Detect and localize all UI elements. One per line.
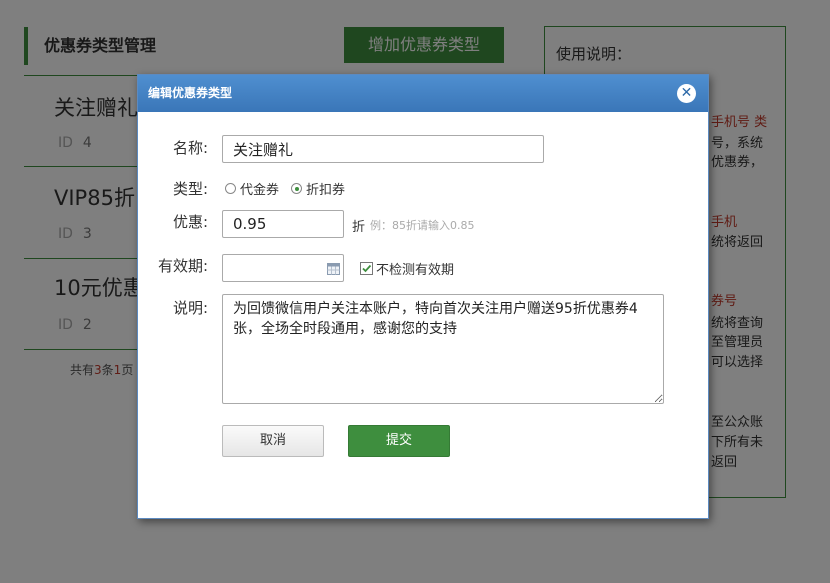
- submit-button[interactable]: 提交: [348, 425, 450, 457]
- validity-date-input[interactable]: [222, 254, 344, 282]
- dialog-header: 编辑优惠券类型: [138, 75, 708, 112]
- close-icon[interactable]: ✕: [677, 84, 696, 103]
- no-validity-check-toggle[interactable]: 不检测有效期: [360, 259, 454, 278]
- radio-icon: [225, 183, 236, 194]
- radio-label: 代金券: [240, 183, 280, 198]
- type-option-discount[interactable]: 折扣券: [291, 179, 345, 198]
- type-label: 类型:: [172, 180, 208, 198]
- cancel-button[interactable]: 取消: [222, 425, 324, 457]
- description-label: 说明:: [172, 299, 208, 317]
- description-textarea[interactable]: 为回馈微信用户关注本账户，特向首次关注用户赠送95折优惠券4张，全场全时段通用，…: [222, 294, 664, 404]
- discount-unit: 折: [352, 220, 366, 235]
- name-label: 名称:: [172, 139, 208, 157]
- type-radio-group: 代金券 折扣券: [225, 179, 357, 198]
- no-validity-check-label: 不检测有效期: [376, 263, 455, 278]
- discount-input[interactable]: [222, 210, 344, 238]
- validity-label: 有效期:: [157, 257, 208, 275]
- radio-label: 折扣券: [306, 183, 346, 198]
- discount-hint: 例：85折请输入0.85: [370, 219, 475, 232]
- radio-checked-icon: [291, 183, 303, 194]
- name-input[interactable]: [222, 135, 544, 163]
- type-option-voucher[interactable]: 代金券: [225, 179, 279, 198]
- dialog-title: 编辑优惠券类型: [148, 86, 233, 100]
- discount-label: 优惠:: [172, 213, 208, 231]
- checkbox-checked-icon: [360, 262, 373, 275]
- calendar-icon[interactable]: [327, 262, 340, 275]
- edit-coupon-type-dialog: 编辑优惠券类型 ✕ 名称: 类型: 代金券 折扣券 优惠: 折 例：85折请输入…: [137, 74, 709, 519]
